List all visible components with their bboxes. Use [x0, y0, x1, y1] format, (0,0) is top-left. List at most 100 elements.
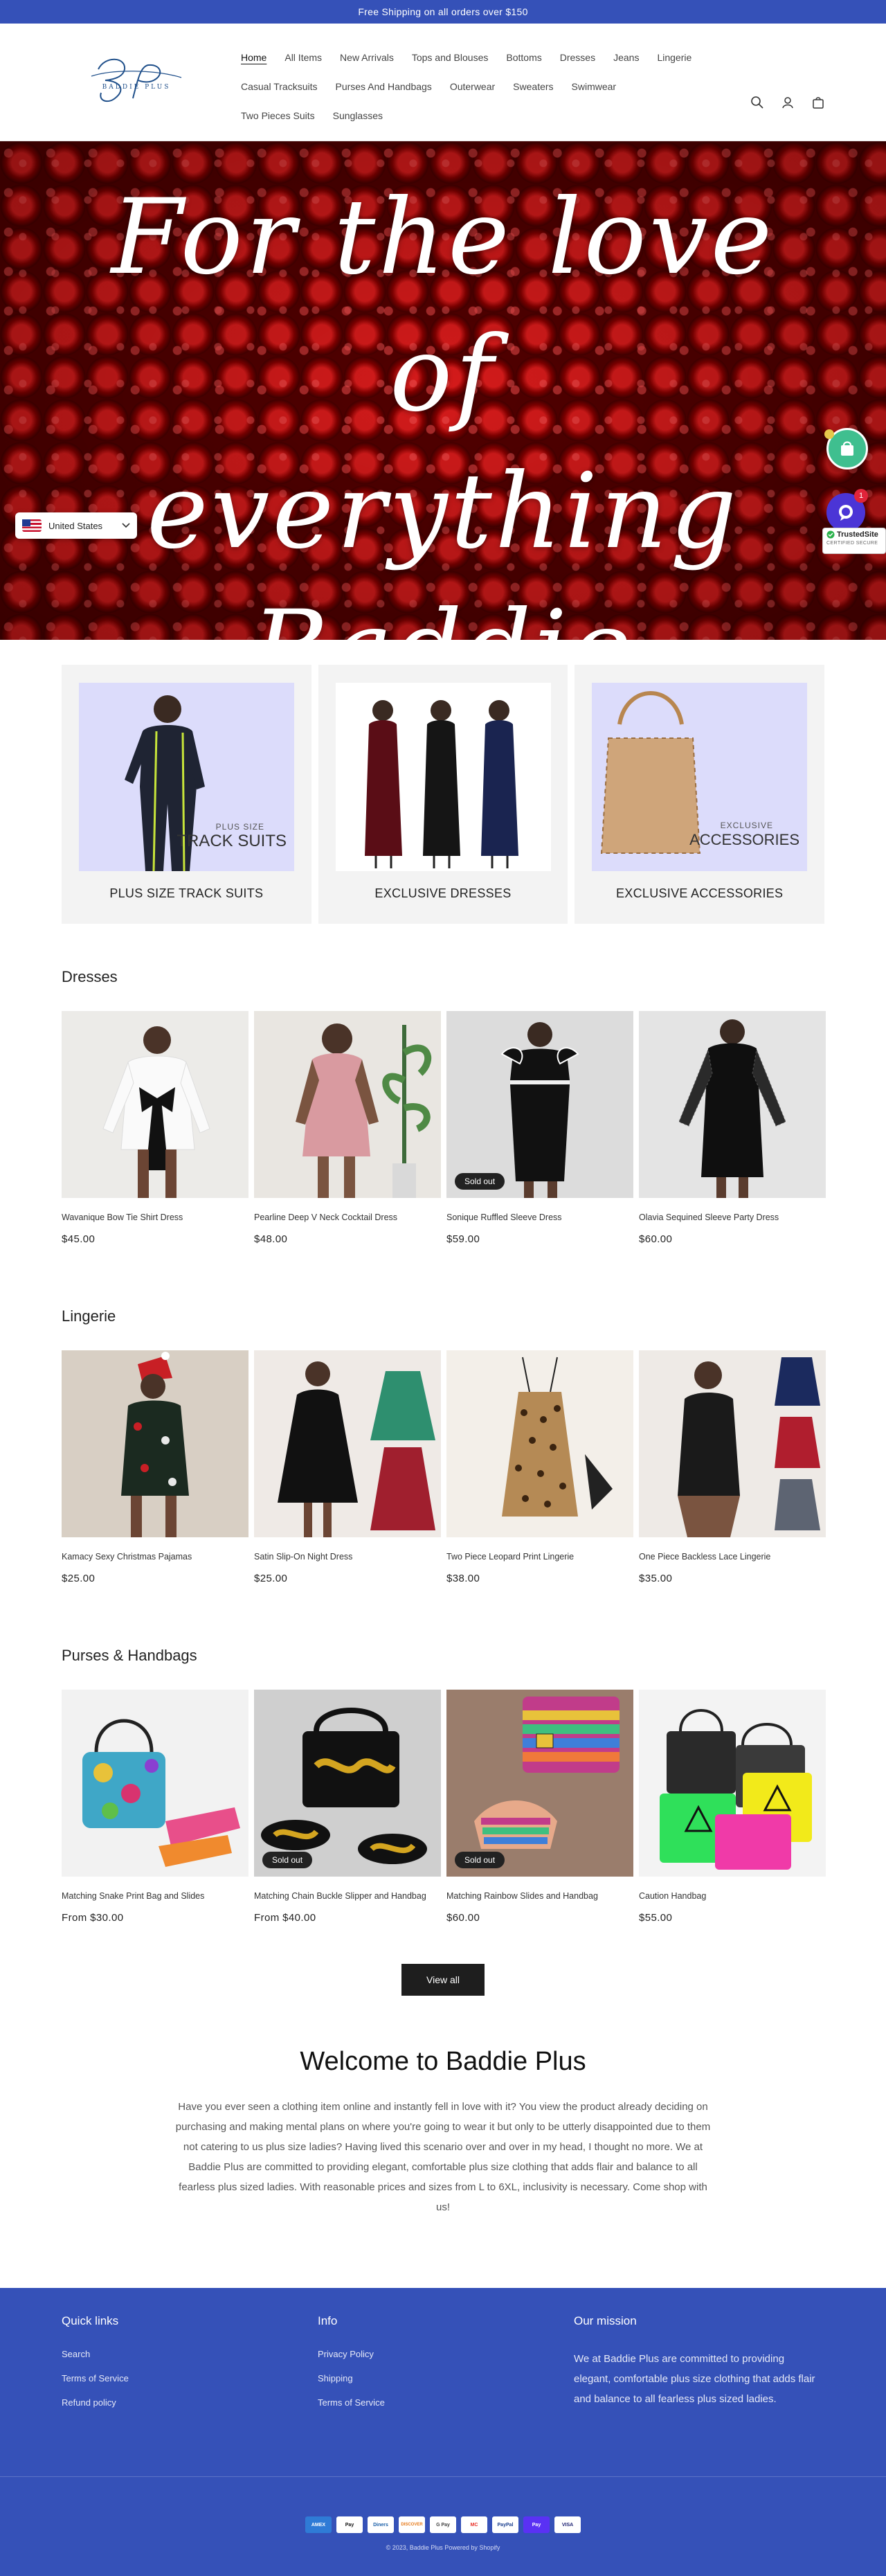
product-name[interactable]: Matching Rainbow Slides and Handbag — [446, 1890, 633, 1902]
section-title-dresses: Dresses — [62, 968, 118, 985]
product-name[interactable]: Matching Snake Print Bag and Slides — [62, 1890, 248, 1902]
product-price: $55.00 — [639, 1912, 673, 1924]
product-card[interactable]: Matching Snake Print Bag and Slides From… — [62, 1690, 248, 1924]
accessories-caption-big: ACCESSORIES — [689, 831, 799, 848]
footer-link-terms-info[interactable]: Terms of Service — [318, 2397, 385, 2408]
nav-item-bottoms[interactable]: Bottoms — [506, 43, 541, 72]
nav-item-swimwear[interactable]: Swimwear — [572, 72, 617, 101]
nav-row-1: Home All Items New Arrivals Tops and Blouse… — [241, 43, 739, 72]
country-selector[interactable]: United States — [15, 512, 137, 539]
collection-card-tracksuits[interactable]: PLUS SIZE TRACK SUITS PLUS SIZE TRACK SU… — [62, 665, 311, 924]
nav-item-sweaters[interactable]: Sweaters — [513, 72, 553, 101]
cart-icon[interactable] — [810, 94, 826, 111]
announcement-text: Free Shipping on all orders over $150 — [358, 6, 528, 17]
footer-link-terms[interactable]: Terms of Service — [62, 2373, 129, 2383]
product-name[interactable]: Matching Chain Buckle Slipper and Handba… — [254, 1890, 441, 1902]
collection-label-accessories: EXCLUSIVE ACCESSORIES — [615, 886, 784, 900]
product-name[interactable]: Satin Slip-On Night Dress — [254, 1551, 441, 1563]
product-name[interactable]: Pearline Deep V Neck Cocktail Dress — [254, 1212, 441, 1224]
product-price: $25.00 — [254, 1573, 288, 1584]
nav-item-purses-and-handbags[interactable]: Purses And Handbags — [335, 72, 431, 101]
nav-item-casual-tracksuits[interactable]: Casual Tracksuits — [241, 72, 317, 101]
footer-mission: Our mission We at Baddie Plus are commit… — [574, 2314, 823, 2409]
product-card[interactable]: Sold out Matching Rainbow Slides and Han… — [446, 1690, 633, 1924]
footer-link-privacy[interactable]: Privacy Policy — [318, 2349, 385, 2359]
product-card[interactable]: Pearline Deep V Neck Cocktail Dress $48.… — [254, 1011, 441, 1245]
nav-item-tops-and-blouses[interactable]: Tops and Blouses — [412, 43, 489, 72]
product-image — [62, 1350, 248, 1537]
product-card[interactable]: Wavanique Bow Tie Shirt Dress $45.00 — [62, 1011, 248, 1245]
collection-image-accessories: EXCLUSIVE ACCESSORIES — [592, 683, 808, 871]
product-image — [254, 1350, 441, 1537]
nav-item-new-arrivals[interactable]: New Arrivals — [340, 43, 394, 72]
search-icon[interactable] — [749, 94, 766, 111]
product-image — [254, 1011, 441, 1198]
product-name[interactable]: Olavia Sequined Sleeve Party Dress — [639, 1212, 826, 1224]
nav-row-2: Casual Tracksuits Purses And Handbags Oute… — [241, 72, 739, 101]
product-image — [639, 1350, 826, 1537]
product-card[interactable]: Kamacy Sexy Christmas Pajamas $25.00 — [62, 1350, 248, 1584]
collection-card-dresses[interactable]: EXCLUSIVE DRESSES — [318, 665, 568, 924]
product-price: $60.00 — [639, 1233, 673, 1245]
product-name[interactable]: Sonique Ruffled Sleeve Dress — [446, 1212, 633, 1224]
footer-mission-title: Our mission — [574, 2314, 637, 2327]
hero-banner: For the love of everything Baddie Plus!! — [0, 141, 886, 640]
tracksuit-caption-small: PLUS SIZE — [216, 822, 264, 832]
visa-icon: VISA — [554, 2516, 581, 2533]
logo[interactable]: BADDIE PLUS — [84, 48, 188, 118]
product-price: $59.00 — [446, 1233, 480, 1245]
product-card[interactable]: Olavia Sequined Sleeve Party Dress $60.0… — [639, 1011, 826, 1245]
trusted-site-title: TrustedSite — [826, 530, 882, 539]
product-card[interactable]: Sold out Sonique Ruffled Sleeve Dress $5… — [446, 1011, 633, 1245]
product-name[interactable]: Two Piece Leopard Print Lingerie — [446, 1551, 633, 1563]
hero-heading: For the love of everything Baddie Plus!! — [0, 169, 886, 640]
product-card[interactable]: Two Piece Leopard Print Lingerie $38.00 — [446, 1350, 633, 1584]
payment-icons: AMEX Pay Diners DISCOVER G Pay MC PayPal… — [0, 2516, 886, 2533]
nav-item-home[interactable]: Home — [241, 43, 266, 72]
footer-link-search[interactable]: Search — [62, 2349, 129, 2359]
product-name[interactable]: One Piece Backless Lace Lingerie — [639, 1551, 826, 1563]
collection-label-dresses: EXCLUSIVE DRESSES — [374, 886, 512, 900]
product-card[interactable]: Sold out Matching Chain Buckle Slipper a… — [254, 1690, 441, 1924]
footer-link-refund[interactable]: Refund policy — [62, 2397, 129, 2408]
account-icon[interactable] — [779, 94, 796, 111]
nav-item-all-items[interactable]: All Items — [284, 43, 322, 72]
hero-line-3: Baddie Plus!! — [83, 580, 803, 640]
product-name[interactable]: Caution Handbag — [639, 1890, 826, 1902]
welcome-title: Welcome to Baddie Plus — [300, 2047, 586, 2076]
product-price: $38.00 — [446, 1573, 480, 1584]
trusted-site-subtitle: CERTIFIED SECURE — [826, 541, 878, 546]
product-name[interactable]: Kamacy Sexy Christmas Pajamas — [62, 1551, 248, 1563]
site-header: BADDIE PLUS Home All Items New Arrivals Top… — [0, 24, 886, 141]
google-pay-icon: G Pay — [430, 2516, 456, 2533]
nav-item-lingerie[interactable]: Lingerie — [657, 43, 691, 72]
product-image — [62, 1690, 248, 1877]
nav-item-sunglasses[interactable]: Sunglasses — [333, 101, 383, 130]
collection-card-accessories[interactable]: EXCLUSIVE ACCESSORIES EXCLUSIVE ACCESSOR… — [575, 665, 825, 924]
nav-item-two-pieces-suits[interactable]: Two Pieces Suits — [241, 101, 315, 130]
nav-item-outerwear[interactable]: Outerwear — [450, 72, 495, 101]
footer-link-shipping[interactable]: Shipping — [318, 2373, 385, 2383]
product-price: $25.00 — [62, 1573, 96, 1584]
product-grid-dresses: Wavanique Bow Tie Shirt Dress $45.00 Pea… — [62, 1011, 826, 1245]
tracksuit-caption-big: TRACK SUITS — [177, 832, 287, 850]
product-price: $35.00 — [639, 1573, 673, 1584]
nav-item-dresses[interactable]: Dresses — [560, 43, 595, 72]
us-flag-icon — [22, 519, 42, 532]
nav-row-3: Two Pieces Suits Sunglasses — [241, 101, 739, 130]
trusted-site-badge[interactable]: TrustedSite CERTIFIED SECURE — [822, 528, 886, 554]
collection-image-tracksuits: PLUS SIZE TRACK SUITS — [79, 683, 294, 871]
product-name[interactable]: Wavanique Bow Tie Shirt Dress — [62, 1212, 248, 1224]
product-card[interactable]: One Piece Backless Lace Lingerie $35.00 — [639, 1350, 826, 1584]
collection-list: PLUS SIZE TRACK SUITS PLUS SIZE TRACK SU… — [62, 665, 825, 924]
product-card[interactable]: Satin Slip-On Night Dress $25.00 — [254, 1350, 441, 1584]
view-all-button[interactable]: View all — [401, 1964, 485, 1996]
nav-item-jeans[interactable]: Jeans — [613, 43, 639, 72]
apple-pay-icon: Pay — [336, 2516, 363, 2533]
product-price: From $40.00 — [254, 1912, 316, 1924]
product-price: $48.00 — [254, 1233, 288, 1245]
product-price: $45.00 — [62, 1233, 96, 1245]
amex-icon: AMEX — [305, 2516, 332, 2533]
product-card[interactable]: Caution Handbag $55.00 — [639, 1690, 826, 1924]
hero-line-1: For the love of — [111, 177, 775, 435]
